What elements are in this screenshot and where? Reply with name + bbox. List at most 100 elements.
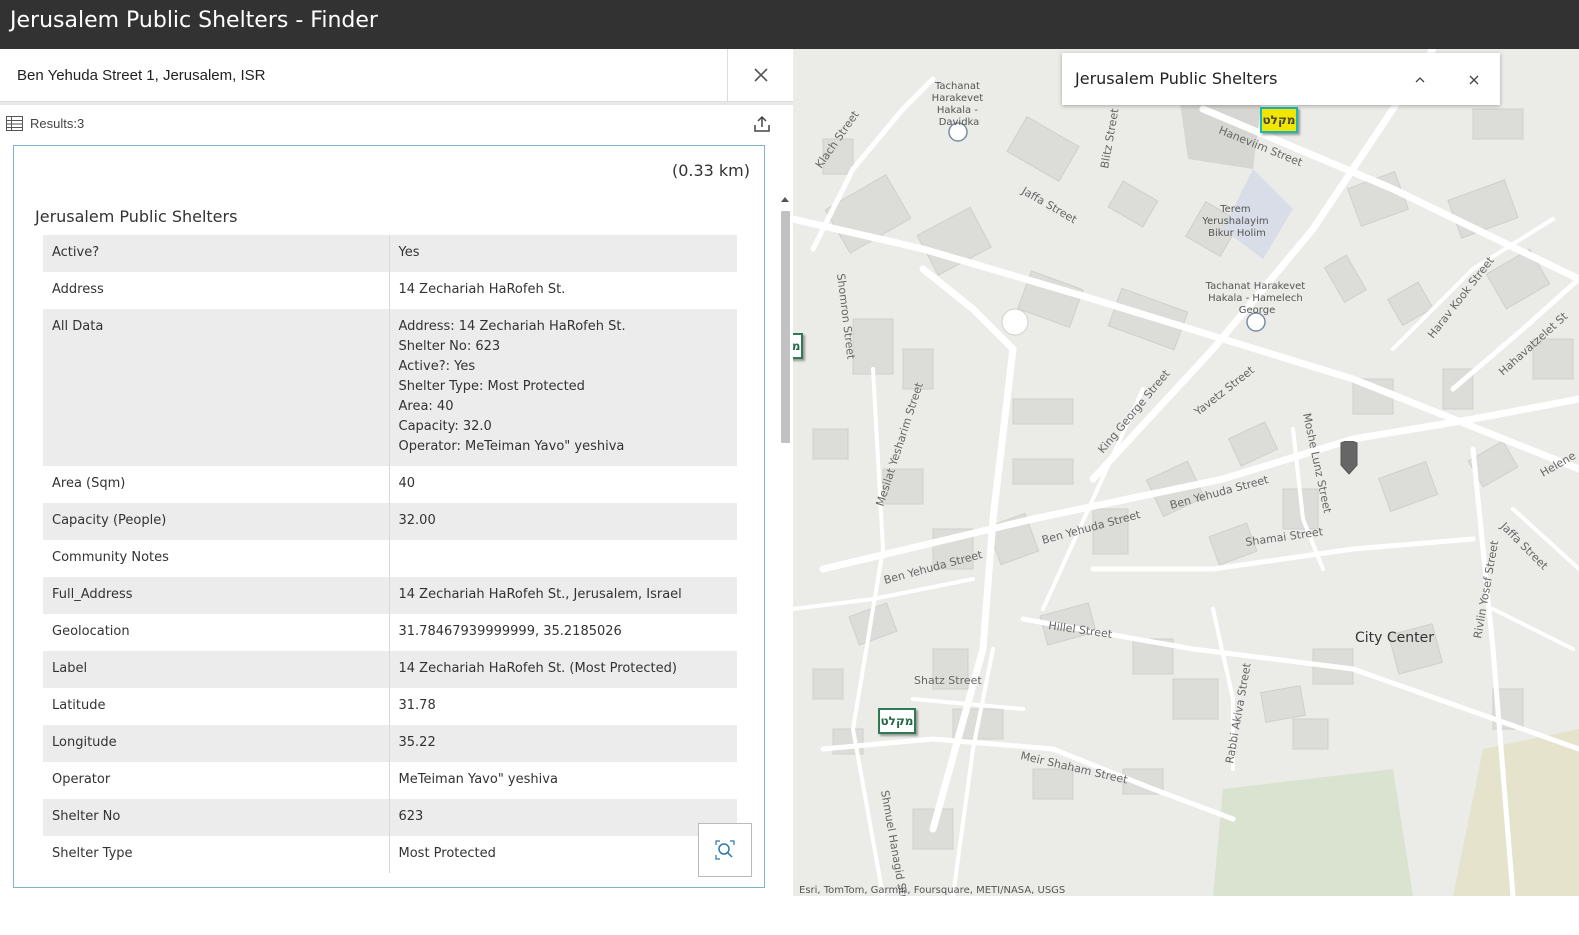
attribute-key: Area (Sqm) [43, 466, 390, 503]
attribute-key: Shelter No [43, 799, 390, 836]
street-label: Harav Kook Street [1425, 254, 1497, 341]
attribute-value-line: Capacity: 32.0 [398, 419, 492, 434]
scrollbar[interactable] [779, 195, 792, 935]
attribute-row: Address 14 Zechariah HaRofeh St. [43, 272, 737, 309]
attribute-value-line: Shelter Type: Most Protected [398, 379, 585, 394]
attribute-key: Longitude [43, 725, 390, 762]
attribute-value-line: MeTeiman Yavo" yeshiva [398, 772, 558, 787]
attribute-value: 14 Zechariah HaRofeh St., Jerusalem, Isr… [389, 577, 737, 614]
attribute-value-line: Area: 40 [398, 399, 454, 414]
attribute-value: 31.78467939999999, 35.2185026 [389, 614, 737, 651]
close-icon [1469, 75, 1479, 85]
zoom-to-icon [715, 840, 735, 860]
app-header: Jerusalem Public Shelters - Finder [0, 0, 1579, 49]
poi-label: Tachanat Harakevet Hakala - Hamelech Geo… [1205, 281, 1309, 316]
attribute-key: Shelter Type [43, 836, 390, 873]
layer-title: Jerusalem Public Shelters [35, 207, 238, 226]
street-label: Shomron Street [834, 273, 858, 361]
attribute-value: Address: 14 Zechariah HaRofeh St. Shelter… [389, 309, 737, 466]
attribute-value-line: 623 [398, 809, 424, 824]
attribute-value: 623 [389, 799, 737, 836]
attribute-value-line: 14 Zechariah HaRofeh St. [398, 282, 566, 297]
divider [0, 102, 793, 105]
street-label: Shatz Street [914, 674, 982, 687]
map-view[interactable]: Klach Street Haneviim Street Jaffa Stree… [793, 49, 1579, 896]
results-count: Results:3 [30, 116, 85, 131]
attribute-value-line: Shelter No: 623 [398, 339, 501, 354]
app-title: Jerusalem Public Shelters - Finder [10, 8, 378, 33]
attribute-value: 40 [389, 466, 737, 503]
attribute-row: Full_Address 14 Zechariah HaRofeh St., Je… [43, 577, 737, 614]
popup-close-button[interactable] [1462, 68, 1486, 92]
attribute-value-line: 40 [398, 476, 416, 491]
street-label: Rivlin Yosef Street [1471, 539, 1501, 639]
attribute-row: Label 14 Zechariah HaRofeh St. (Most Prot… [43, 651, 737, 688]
shelter-marker[interactable]: מקלט [878, 708, 916, 734]
location-pin-icon[interactable] [1339, 441, 1359, 475]
clear-search-button[interactable] [727, 49, 793, 101]
attribute-value [389, 540, 737, 577]
close-icon [753, 68, 768, 82]
zoom-to-button[interactable] [698, 823, 752, 877]
distance-label: (0.33 km) [671, 161, 750, 180]
attribute-value-line: 14 Zechariah HaRofeh St., Jerusalem, Isr… [398, 587, 682, 602]
attribute-value-line: Active?: Yes [398, 359, 476, 374]
attribute-value: 31.78 [389, 688, 737, 725]
results-bar: Results:3 [0, 107, 793, 141]
attribute-value-line: Address: 14 Zechariah HaRofeh St. [398, 319, 626, 334]
attribute-value-line: Operator: MeTeiman Yavo" yeshiva [398, 439, 625, 454]
street-label: Jaffa Street [1497, 519, 1551, 573]
shelter-marker-selected[interactable]: מקלט [1260, 107, 1298, 133]
attribute-key: Active? [43, 235, 390, 272]
attribute-key: Label [43, 651, 390, 688]
search-input[interactable] [0, 49, 727, 101]
search-bar [0, 49, 793, 102]
street-label: Shmuel Hanagid Street [878, 789, 913, 896]
attribute-value: Yes [389, 235, 737, 272]
attribute-row: Active? Yes [43, 235, 737, 272]
attribute-row: Geolocation 31.78467939999999, 35.2185026 [43, 614, 737, 651]
collapse-button[interactable] [1408, 68, 1432, 92]
popup[interactable]: Jerusalem Public Shelters [1062, 53, 1500, 105]
attribute-key: Geolocation [43, 614, 390, 651]
attribute-row: Area (Sqm) 40 [43, 466, 737, 503]
street-label: Jaffa Street [1019, 184, 1080, 227]
attribute-key: Capacity (People) [43, 503, 390, 540]
attribute-row: Shelter Type Most Protected [43, 836, 737, 873]
map-attribution: Esri, TomTom, Garmin, Foursquare, METI/N… [799, 885, 1066, 896]
attribute-key: Community Notes [43, 540, 390, 577]
attribute-value: 35.22 [389, 725, 737, 762]
scroll-up-arrow[interactable] [781, 197, 789, 202]
result-card[interactable]: (0.33 km) Jerusalem Public Shelters Acti… [13, 145, 765, 888]
export-icon[interactable] [753, 115, 771, 133]
attribute-value: MeTeiman Yavo" yeshiva [389, 762, 737, 799]
street-label: King George Street [1095, 367, 1173, 456]
attribute-key: Full_Address [43, 577, 390, 614]
attribute-row: Shelter No 623 [43, 799, 737, 836]
attribute-value-line: Most Protected [398, 846, 496, 861]
results-panel: Results:3 (0.33 km) Jerusalem Public She… [0, 49, 793, 896]
street-label: Blitz Street [1098, 107, 1121, 170]
chevron-up-icon [1415, 77, 1425, 83]
attribute-value-line: 31.78467939999999, 35.2185026 [398, 624, 622, 639]
attribute-value: 14 Zechariah HaRofeh St. [389, 272, 737, 309]
popup-title: Jerusalem Public Shelters [1075, 69, 1278, 88]
attribute-value: 14 Zechariah HaRofeh St. (Most Protected… [389, 651, 737, 688]
attribute-row: Operator MeTeiman Yavo" yeshiva [43, 762, 737, 799]
scroll-thumb[interactable] [781, 211, 790, 443]
poi-label: Tachanat Harakevet Hakala - Davidka [932, 81, 987, 128]
street-label: Yavetz Street [1191, 363, 1257, 419]
basemap: Klach Street Haneviim Street Jaffa Stree… [793, 49, 1579, 896]
district-label: City Center [1355, 630, 1434, 646]
table-icon[interactable] [6, 116, 23, 131]
attribute-table: Active? Yes Address 14 Zechariah HaRofeh St… [43, 235, 737, 873]
attribute-key: Operator [43, 762, 390, 799]
attribute-key: All Data [43, 309, 390, 466]
attribute-row: Latitude 31.78 [43, 688, 737, 725]
attribute-value-line: 14 Zechariah HaRofeh St. (Most Protected… [398, 661, 677, 676]
attribute-value: Most Protected [389, 836, 737, 873]
shelter-marker[interactable]: מקלט [793, 333, 803, 359]
attribute-value-line: 32.00 [398, 513, 436, 528]
attribute-value-line: 31.78 [398, 698, 436, 713]
attribute-row: Community Notes [43, 540, 737, 577]
